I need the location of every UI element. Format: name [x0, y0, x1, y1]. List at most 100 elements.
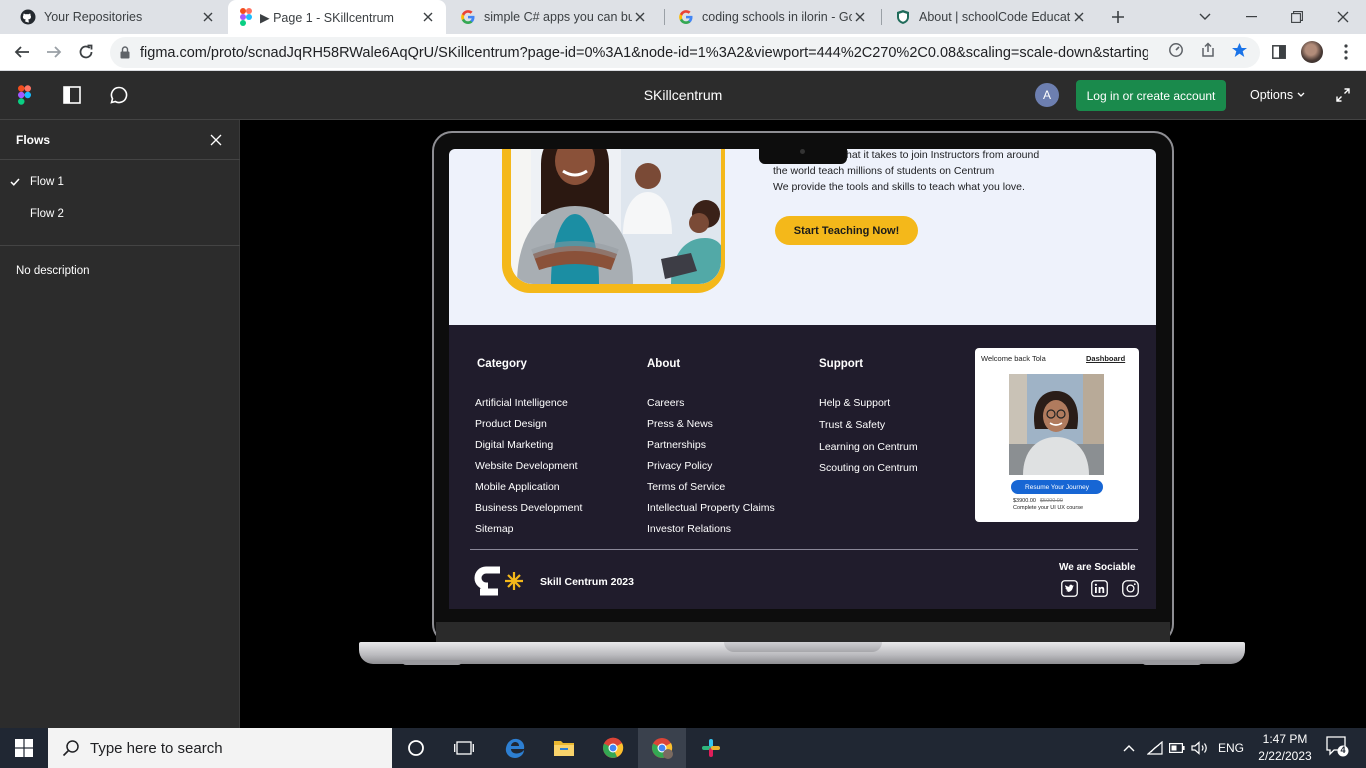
reload-icon[interactable]: [73, 39, 99, 65]
social-title: We are Sociable: [1059, 562, 1136, 573]
camera-notch: [759, 149, 847, 164]
close-icon[interactable]: [207, 131, 225, 149]
footer-link[interactable]: Careers: [647, 397, 684, 409]
footer-link[interactable]: Sitemap: [475, 523, 514, 535]
edge-icon[interactable]: [491, 728, 539, 768]
tab-your-repositories[interactable]: Your Repositories: [8, 0, 226, 34]
footer-link[interactable]: Intellectual Property Claims: [647, 502, 775, 514]
battery-icon[interactable]: [1168, 738, 1186, 758]
tab-coding-schools-ilorin[interactable]: coding schools in ilorin - Goo: [666, 0, 878, 34]
language-indicator[interactable]: ENG: [1216, 738, 1246, 758]
close-icon[interactable]: [200, 9, 216, 25]
chevron-up-icon[interactable]: [1121, 738, 1137, 758]
figma-logo-icon[interactable]: [12, 83, 36, 107]
browser-tab-strip: Your Repositories ▶ Page 1 - SKillcentru…: [0, 0, 1366, 34]
footer-link[interactable]: Website Development: [475, 460, 578, 472]
close-icon[interactable]: [1071, 9, 1087, 25]
tab-about-schoolcode[interactable]: About | schoolCode Educatio: [883, 0, 1097, 34]
user-avatar[interactable]: A: [1035, 83, 1059, 107]
windows-start-icon[interactable]: [0, 728, 48, 768]
windows-taskbar: Type here to search ENG 1:47 PM 2/22/202…: [0, 728, 1366, 768]
footer-divider: [470, 549, 1138, 550]
footer-link[interactable]: Product Design: [475, 418, 547, 430]
performance-icon[interactable]: [1166, 40, 1186, 60]
bookmark-star-icon[interactable]: [1229, 40, 1249, 60]
close-icon[interactable]: [632, 9, 648, 25]
taskbar-search-input[interactable]: Type here to search: [48, 728, 392, 768]
footer-link[interactable]: Artificial Intelligence: [475, 397, 568, 409]
figma-header: SKillcentrum A Log in or create account …: [0, 71, 1366, 120]
tab-search-chevron-icon[interactable]: [1182, 0, 1228, 34]
close-icon[interactable]: [852, 9, 868, 25]
profile-avatar[interactable]: [1299, 39, 1325, 65]
chrome-profile-icon[interactable]: [638, 728, 686, 768]
footer-link[interactable]: Scouting on Centrum: [819, 462, 918, 474]
footer-link[interactable]: Terms of Service: [647, 481, 725, 493]
footer-link[interactable]: Press & News: [647, 418, 713, 430]
share-icon[interactable]: [1198, 40, 1218, 60]
footer-link[interactable]: Partnerships: [647, 439, 706, 451]
resume-journey-button[interactable]: Resume Your Journey: [1011, 480, 1103, 494]
slack-icon[interactable]: [687, 728, 735, 768]
back-arrow-icon[interactable]: [9, 39, 35, 65]
github-icon: [20, 9, 36, 25]
linkedin-icon[interactable]: [1090, 579, 1108, 597]
volume-icon[interactable]: [1190, 738, 1210, 758]
google-icon: [678, 9, 694, 25]
footer-link[interactable]: Help & Support: [819, 397, 890, 409]
tab-title: simple C# apps you can build: [484, 10, 632, 24]
address-bar[interactable]: figma.com/proto/scnadJqRH58RWale6AqQrU/S…: [110, 37, 1260, 68]
footer-link[interactable]: Learning on Centrum: [819, 441, 918, 453]
current-price: $3900.00: [1013, 498, 1036, 504]
instructor-photo: [511, 149, 721, 284]
instagram-icon[interactable]: [1121, 579, 1139, 597]
google-icon: [460, 9, 476, 25]
footer-link[interactable]: Privacy Policy: [647, 460, 712, 472]
lock-icon: [120, 46, 130, 59]
footer-link[interactable]: Digital Marketing: [475, 439, 553, 451]
kebab-menu-icon[interactable]: [1333, 39, 1359, 65]
file-explorer-icon[interactable]: [540, 728, 588, 768]
taskbar-clock[interactable]: 1:47 PM 2/22/2023: [1248, 731, 1322, 765]
comment-icon[interactable]: [107, 83, 131, 107]
expand-icon[interactable]: [1332, 84, 1354, 106]
new-tab-button[interactable]: [1106, 5, 1130, 29]
options-menu[interactable]: Options: [1250, 88, 1305, 102]
task-view-icon[interactable]: [440, 728, 488, 768]
file-title: SKillcentrum: [643, 87, 723, 103]
forward-arrow-icon[interactable]: [41, 39, 67, 65]
window-close-icon[interactable]: [1320, 0, 1366, 34]
footer-link[interactable]: Trust & Safety: [819, 419, 885, 431]
flow-item-2[interactable]: Flow 2: [0, 199, 240, 229]
twitter-icon[interactable]: [1060, 579, 1078, 597]
chrome-icon[interactable]: [589, 728, 637, 768]
hero-text-line-3: We provide the tools and skills to teach…: [773, 181, 1025, 193]
tab-page-1-skillcentrum[interactable]: ▶ Page 1 - SKillcentrum: [228, 0, 446, 34]
options-label: Options: [1250, 88, 1294, 102]
footer-link[interactable]: Investor Relations: [647, 523, 731, 535]
start-teaching-button[interactable]: Start Teaching Now!: [775, 216, 918, 245]
wifi-icon[interactable]: [1146, 738, 1164, 758]
footer-link[interactable]: Mobile Application: [475, 481, 560, 493]
restore-icon[interactable]: [1274, 0, 1320, 34]
site-footer: Category Artificial Intelligence Product…: [449, 325, 1156, 609]
flow-label: Flow 2: [30, 208, 64, 220]
tab-simple-csharp-apps[interactable]: simple C# apps you can build: [448, 0, 658, 34]
flows-sidebar: Flows Flow 1 Flow 2 No description: [0, 120, 240, 728]
notification-count: 4: [1340, 745, 1346, 755]
notifications-icon[interactable]: 4: [1322, 736, 1352, 757]
minimize-icon[interactable]: [1228, 0, 1274, 34]
card-dashboard-link[interactable]: Dashboard: [1086, 354, 1125, 363]
prototype-screen[interactable]: hat it takes to join Instructors from ar…: [449, 149, 1156, 609]
footer-link[interactable]: Business Development: [475, 502, 582, 514]
flow-item-1[interactable]: Flow 1: [0, 167, 240, 197]
old-price: $5000.00: [1039, 498, 1063, 504]
side-panel-icon[interactable]: [1266, 39, 1292, 65]
login-button[interactable]: Log in or create account: [1076, 80, 1226, 111]
dashboard-card[interactable]: Welcome back Tola Dashboard Resume Your …: [975, 348, 1139, 522]
tab-title: ▶ Page 1 - SKillcentrum: [260, 10, 394, 25]
close-icon[interactable]: [420, 9, 436, 25]
tab-title: Your Repositories: [44, 10, 143, 24]
sidebar-toggle-icon[interactable]: [60, 83, 84, 107]
cortana-icon[interactable]: [392, 728, 440, 768]
